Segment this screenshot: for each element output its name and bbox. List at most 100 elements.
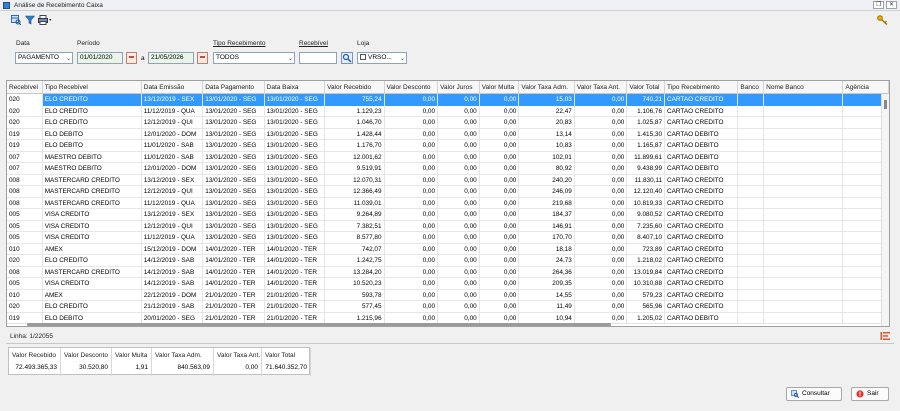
cell-tipo-recebimento: CARTAO DEBITO xyxy=(665,163,739,175)
search-grid-icon[interactable] xyxy=(11,15,21,25)
app-icon xyxy=(3,1,10,9)
column-header-tipo-recebivel[interactable]: Tipo Recebível xyxy=(43,81,142,94)
cell-valor-recebido: 12.366,49 xyxy=(325,186,385,198)
print-icon[interactable] xyxy=(38,15,52,25)
column-header-valor-taxa-adm[interactable]: Valor Taxa Adm. xyxy=(519,81,575,94)
cell-data-pagamento: 14/01/2020 - TER xyxy=(203,243,265,255)
cell-nome-banco xyxy=(764,232,844,244)
cell-valor-total: 1.218,02 xyxy=(627,255,666,267)
table-row[interactable]: 005 VISA CREDITO 11/12/2019 - QUA 13/01/202… xyxy=(7,232,889,244)
close-button[interactable]: ✕ xyxy=(886,1,897,9)
tipo-recebimento-select[interactable]: TODOS ⌄ xyxy=(213,52,295,64)
cell-valor-taxa-adm: 20,83 xyxy=(519,117,575,129)
column-header-valor-multa[interactable]: Valor Multa xyxy=(480,81,520,94)
table-row[interactable]: 008 MASTERCARD CREDITO 13/12/2019 - SEX 13/… xyxy=(7,174,889,186)
table-row[interactable]: 008 MASTERCARD CREDITO 14/12/2019 - SAB 14/… xyxy=(7,266,889,278)
table-row[interactable]: 007 MAESTRO DEBITO 12/01/2020 - DOM 13/01/2… xyxy=(7,163,889,175)
table-row[interactable]: 019 ELO DEBITO 12/01/2020 - DOM 13/01/2020 … xyxy=(7,128,889,140)
cell-banco xyxy=(738,278,765,290)
table-row[interactable]: 005 VISA CREDITO 14/12/2019 - SAB 14/01/202… xyxy=(7,278,889,290)
table-row[interactable]: 008 MASTERCARD CREDITO 12/12/2019 - QUI 13/… xyxy=(7,186,889,198)
restore-button[interactable]: ❐ xyxy=(873,1,884,9)
column-header-nome-banco[interactable]: Nome Banco xyxy=(764,81,844,94)
table-row[interactable]: 020 ELO CREDITO 11/12/2019 - QUA 13/01/2020… xyxy=(7,105,889,117)
cell-valor-taxa-adm: 24,73 xyxy=(519,255,575,267)
cell-banco xyxy=(738,301,765,313)
column-header-data-pagamento[interactable]: Data Pagamento xyxy=(203,81,265,94)
table-row[interactable]: 005 VISA CREDITO 13/12/2019 - SEX 13/01/202… xyxy=(7,209,889,221)
column-header-valor-desconto[interactable]: Valor Desconto xyxy=(385,81,439,94)
consultar-button[interactable]: Consultar xyxy=(786,387,842,401)
cell-data-baixa: 14/01/2020 - TER xyxy=(265,255,326,267)
cell-data-emissao: 11/01/2020 - SAB xyxy=(142,151,204,163)
cell-nome-banco xyxy=(764,312,844,324)
table-row[interactable]: 007 MAESTRO DEBITO 11/01/2020 - SAB 13/01/2… xyxy=(7,151,889,163)
total-value: 30.520,80 xyxy=(79,364,108,371)
loja-select[interactable]: VRSO... ⌄ xyxy=(357,52,407,64)
cell-valor-multa: 0,00 xyxy=(480,140,520,152)
recebivel-input[interactable] xyxy=(299,52,337,64)
recebimento-grid[interactable]: Recebível Tipo Recebível Data Emissão Data … xyxy=(6,80,890,327)
table-row[interactable]: 008 MASTERCARD CREDITO 11/12/2019 - QUA 13/… xyxy=(7,197,889,209)
cell-recebivel: 008 xyxy=(7,174,43,186)
periodo-end-input[interactable]: 21/05/2026 xyxy=(148,52,194,64)
table-row[interactable]: 020 ELO CREDITO 14/12/2019 - SAB 14/01/2020… xyxy=(7,255,889,267)
key-icon[interactable] xyxy=(877,15,888,25)
column-header-tipo-recebimento[interactable]: Tipo Recebimento xyxy=(665,81,739,94)
cell-data-baixa: 13/01/2020 - SEG xyxy=(264,94,326,106)
cell-recebivel: 008 xyxy=(7,266,43,278)
column-header-valor-total[interactable]: Valor Total xyxy=(627,81,666,94)
table-row[interactable]: 005 VISA CREDITO 12/12/2019 - QUI 13/01/202… xyxy=(7,220,889,232)
data-select[interactable]: PAGAMENTO ⌄ xyxy=(15,52,73,64)
column-header-valor-recebido[interactable]: Valor Recebido xyxy=(325,81,385,94)
cell-valor-taxa-adm: 80,92 xyxy=(519,163,575,175)
column-header-data-baixa[interactable]: Data Baixa xyxy=(265,81,326,94)
cell-valor-taxa-ant: 0,00 xyxy=(575,105,628,117)
cell-data-pagamento: 13/01/2020 - SEG xyxy=(203,105,265,117)
column-header-valor-taxa-ant[interactable]: Valor Taxa Ant. xyxy=(575,81,628,94)
filter-icon[interactable] xyxy=(25,15,35,25)
table-row[interactable]: 020 ELO CREDITO 12/12/2019 - QUI 13/01/2020… xyxy=(7,117,889,129)
column-header-recebivel[interactable]: Recebível xyxy=(7,81,43,94)
cell-valor-taxa-ant: 0,00 xyxy=(575,174,628,186)
cell-valor-taxa-ant: 0,00 xyxy=(575,117,628,129)
table-row[interactable]: 020 ELO CREDITO 21/12/2019 - SAB 21/01/2020… xyxy=(7,301,889,313)
sum-icon[interactable] xyxy=(880,331,890,341)
column-header-agencia[interactable]: Agência xyxy=(843,81,889,94)
horizontal-scrollbar[interactable] xyxy=(27,323,611,326)
vertical-scrollbar[interactable] xyxy=(881,94,889,326)
calendar-icon[interactable] xyxy=(197,52,208,64)
cell-recebivel: 005 xyxy=(7,220,43,232)
sair-button[interactable]: Sair xyxy=(851,387,889,401)
cell-recebivel: 008 xyxy=(7,186,43,198)
cell-valor-total: 10.819,33 xyxy=(627,197,666,209)
column-header-data-emissao[interactable]: Data Emissão xyxy=(142,81,204,94)
cell-nome-banco xyxy=(764,186,844,198)
cell-valor-recebido: 13.284,20 xyxy=(325,266,385,278)
scroll-thumb[interactable] xyxy=(884,100,887,109)
cell-data-pagamento: 13/01/2020 - SEG xyxy=(203,94,265,106)
tipo-recebimento-label: Tipo Recebimento xyxy=(213,40,266,47)
column-header-valor-juros[interactable]: Valor Juros xyxy=(438,81,480,94)
cell-nome-banco xyxy=(764,151,844,163)
cell-valor-taxa-ant: 0,00 xyxy=(575,186,628,198)
loja-checkbox[interactable] xyxy=(360,54,366,61)
cell-data-pagamento: 13/01/2020 - SEG xyxy=(203,163,265,175)
calendar-icon[interactable] xyxy=(126,52,137,64)
table-row[interactable]: 010 AMEX 15/12/2019 - DOM 14/01/2020 - TER 1… xyxy=(7,243,889,255)
cell-data-pagamento: 13/01/2020 - SEG xyxy=(203,186,265,198)
cell-data-baixa: 13/01/2020 - SEG xyxy=(265,163,326,175)
cell-valor-juros: 0,00 xyxy=(438,209,480,221)
recebivel-label: Recebível xyxy=(299,40,328,47)
cell-valor-juros: 0,00 xyxy=(438,117,480,129)
table-row[interactable]: 010 AMEX 22/12/2019 - DOM 21/01/2020 - TER 2… xyxy=(7,289,889,301)
search-icon[interactable] xyxy=(341,52,353,64)
periodo-start-input[interactable]: 01/01/2020 xyxy=(77,52,123,64)
cell-data-baixa: 13/01/2020 - SEG xyxy=(265,174,326,186)
table-row[interactable]: 019 ELO DEBITO 11/01/2020 - SAB 13/01/2020 … xyxy=(7,140,889,152)
cell-tipo-recebimento: CARTAO CREDITO xyxy=(665,220,739,232)
cell-valor-desconto: 0,00 xyxy=(385,255,439,267)
cell-recebivel: 020 xyxy=(7,117,43,129)
table-row[interactable]: 020 ELO CREDITO 13/12/2019 - SEX 13/01/2020… xyxy=(7,94,889,106)
column-header-banco[interactable]: Banco xyxy=(738,81,765,94)
